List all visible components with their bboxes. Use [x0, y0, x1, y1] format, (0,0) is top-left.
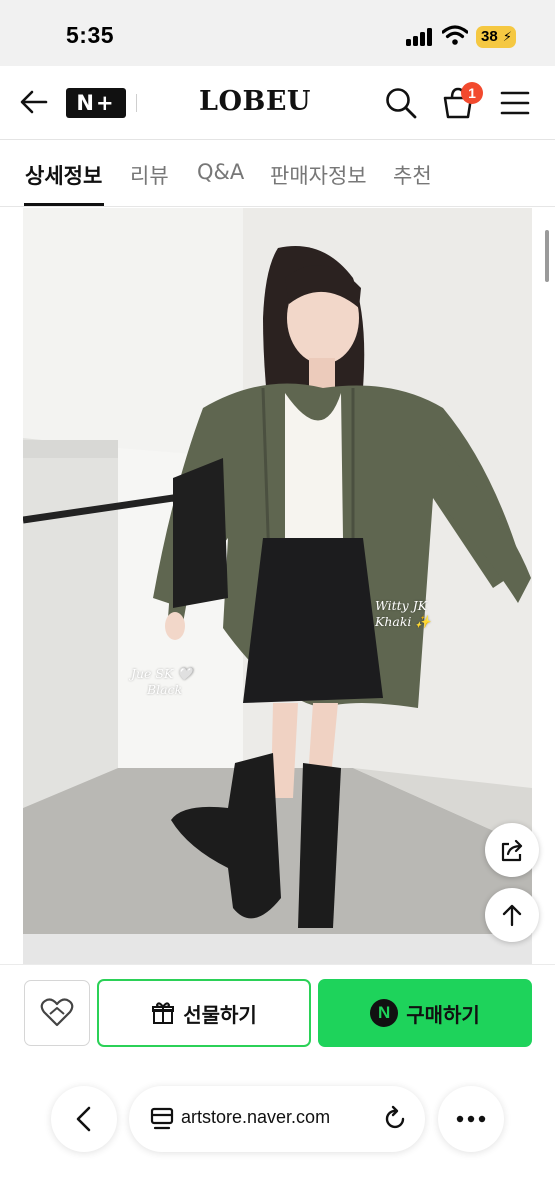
nplus-store-badge[interactable]: N+	[66, 88, 126, 118]
back-arrow-icon[interactable]	[18, 86, 50, 118]
caption-jacket-line1: Witty JK	[375, 598, 428, 613]
gift-button[interactable]: 선물하기	[97, 979, 311, 1047]
search-icon[interactable]	[384, 86, 418, 120]
battery-charging-icon: 38 ⚡	[476, 26, 516, 48]
browser-back-button[interactable]	[51, 1086, 117, 1152]
battery-level: 38	[481, 28, 498, 45]
reload-icon[interactable]	[381, 1105, 409, 1133]
tab-seller-info[interactable]: 판매자정보	[270, 160, 367, 190]
wishlist-button[interactable]	[24, 980, 90, 1046]
tab-qna[interactable]: Q&A	[197, 160, 244, 184]
model-photo	[23, 208, 532, 934]
gift-button-label: 선물하기	[183, 1002, 257, 1027]
status-time: 5:35	[66, 22, 115, 48]
header-divider	[136, 94, 137, 112]
browser-toolbar: artstore.naver.com	[0, 1054, 555, 1200]
active-tab-indicator	[24, 203, 104, 206]
cart-count-badge: 1	[461, 82, 483, 104]
caption-skirt-line1: Jue SK 🤍	[131, 666, 193, 681]
naver-pay-icon: N	[370, 999, 399, 1027]
app-header: N+ LOBEU 1	[0, 66, 555, 140]
tab-details[interactable]: 상세정보	[25, 160, 102, 190]
tab-reviews[interactable]: 리뷰	[130, 160, 169, 190]
caption-skirt-line2: Black	[147, 682, 183, 697]
detail-tab-bar: 상세정보 리뷰 Q&A 판매자정보 추천	[0, 140, 555, 207]
url-text[interactable]: artstore.naver.com	[181, 1107, 371, 1128]
scroll-to-top-button[interactable]	[485, 888, 539, 942]
share-icon	[501, 839, 523, 862]
reader-mode-icon[interactable]	[149, 1106, 175, 1132]
status-bar: 5:35 38 ⚡	[0, 0, 555, 66]
gift-icon	[152, 1002, 175, 1024]
buy-button-label: 구매하기	[406, 1002, 480, 1027]
more-options-icon	[456, 1115, 486, 1123]
tab-recommend[interactable]: 추천	[393, 160, 432, 190]
scrollbar-thumb[interactable]	[545, 230, 549, 282]
address-bar[interactable]: artstore.naver.com	[129, 1086, 425, 1152]
wishlist-heart-icon	[40, 998, 74, 1027]
share-button[interactable]	[485, 823, 539, 877]
next-image-preview	[23, 934, 532, 964]
buy-button[interactable]: N 구매하기	[318, 979, 532, 1047]
menu-icon[interactable]	[500, 90, 530, 116]
caption-jacket-line2: Khaki ✨	[375, 614, 431, 629]
product-detail-image: Witty JK Khaki ✨ Jue SK 🤍 Black	[23, 208, 532, 934]
browser-back-icon	[76, 1106, 91, 1132]
scroll-to-top-icon	[502, 904, 522, 927]
brand-title[interactable]: LOBEU	[170, 86, 340, 117]
more-options-button[interactable]	[438, 1086, 504, 1152]
purchase-bar: 선물하기 N 구매하기	[0, 964, 555, 1054]
cellular-signal-icon	[406, 28, 434, 46]
wifi-icon	[442, 25, 468, 45]
